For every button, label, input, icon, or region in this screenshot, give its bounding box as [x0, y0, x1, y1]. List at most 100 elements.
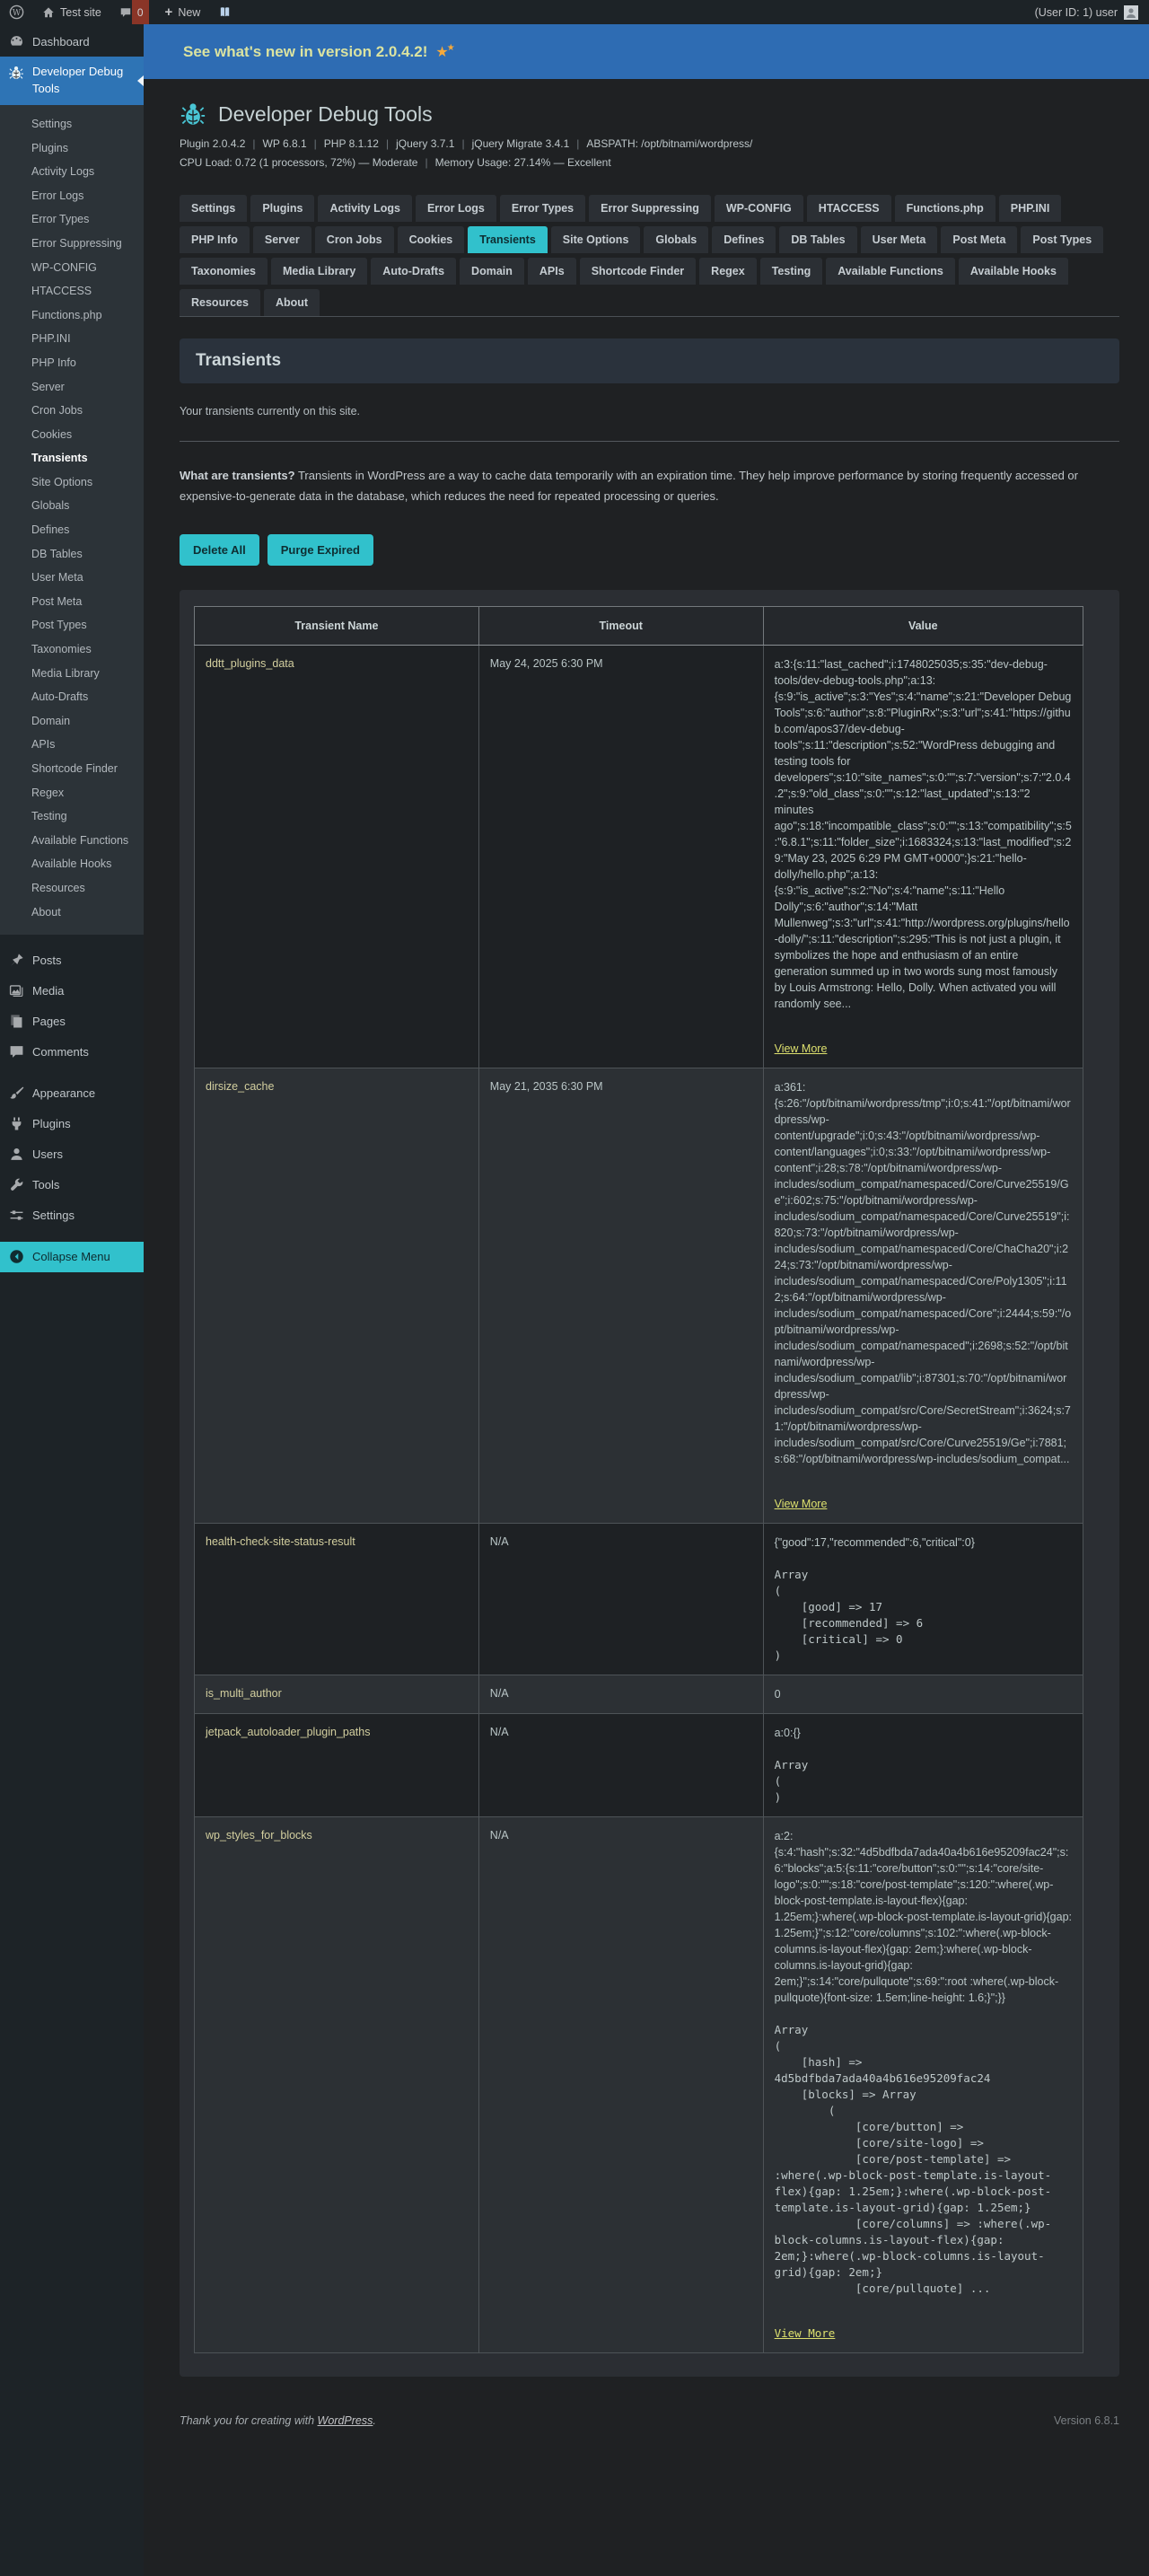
my-account-menu[interactable]: (User ID: 1) user [1035, 5, 1149, 20]
sidebar-item-media-library[interactable]: Media Library [0, 661, 144, 685]
sidebar-item-about[interactable]: About [0, 900, 144, 924]
sidebar-item-defines[interactable]: Defines [0, 518, 144, 542]
sidebar-item-htaccess[interactable]: HTACCESS [0, 279, 144, 303]
sidebar-item-site-options[interactable]: Site Options [0, 470, 144, 495]
tab-htaccess[interactable]: HTACCESS [807, 195, 891, 222]
sidebar-item-post-types[interactable]: Post Types [0, 613, 144, 637]
tab-globals[interactable]: Globals [644, 226, 708, 253]
sidebar-item-functions-php[interactable]: Functions.php [0, 303, 144, 327]
sidebar-item-testing[interactable]: Testing [0, 804, 144, 829]
sidebar-item-developer-debug-tools[interactable]: Developer Debug Tools [0, 57, 144, 105]
tab-post-types[interactable]: Post Types [1021, 226, 1103, 253]
sidebar-item-settings[interactable]: Settings [0, 1200, 144, 1231]
transients-table-panel: Transient NameTimeoutValue ddtt_plugins_… [180, 590, 1119, 2377]
view-more-link[interactable]: View More [775, 1041, 828, 1057]
sidebar-item-activity-logs[interactable]: Activity Logs [0, 160, 144, 184]
sidebar-item-transients[interactable]: Transients [0, 446, 144, 470]
view-more-link[interactable]: View More [775, 1496, 828, 1512]
sidebar-item-media[interactable]: Media [0, 976, 144, 1007]
sidebar-item-server[interactable]: Server [0, 374, 144, 399]
sidebar-item-posts[interactable]: Posts [0, 945, 144, 976]
delete-all-button[interactable]: Delete All [180, 534, 259, 566]
collapse-menu-button[interactable]: Collapse Menu [0, 1242, 144, 1272]
tab-error-types[interactable]: Error Types [500, 195, 585, 222]
comment-count-badge[interactable]: 0 [132, 0, 149, 24]
tab-cron-jobs[interactable]: Cron Jobs [315, 226, 394, 253]
sidebar-item-regex[interactable]: Regex [0, 780, 144, 804]
sidebar-item-post-meta[interactable]: Post Meta [0, 590, 144, 614]
value-text: {"good":17,"recommended":6,"critical":0} [775, 1534, 1072, 1551]
tab-taxonomies[interactable]: Taxonomies [180, 258, 268, 285]
sidebar-item-resources[interactable]: Resources [0, 876, 144, 901]
sidebar-item-db-tables[interactable]: DB Tables [0, 541, 144, 566]
tab-defines[interactable]: Defines [712, 226, 776, 253]
sidebar-item-tools[interactable]: Tools [0, 1170, 144, 1200]
sidebar-item-user-meta[interactable]: User Meta [0, 566, 144, 590]
sidebar-item-available-functions[interactable]: Available Functions [0, 829, 144, 853]
tab-apis[interactable]: APIs [528, 258, 576, 285]
sidebar-item-cron-jobs[interactable]: Cron Jobs [0, 399, 144, 423]
sidebar-item-settings[interactable]: Settings [0, 112, 144, 136]
tab-activity-logs[interactable]: Activity Logs [318, 195, 412, 222]
sidebar-item-apis[interactable]: APIs [0, 733, 144, 757]
sidebar-item-error-logs[interactable]: Error Logs [0, 183, 144, 207]
tab-about[interactable]: About [264, 289, 320, 316]
sidebar-item-pages[interactable]: Pages [0, 1007, 144, 1037]
tab-plugins[interactable]: Plugins [250, 195, 314, 222]
sidebar-item-error-types[interactable]: Error Types [0, 207, 144, 232]
tab-user-meta[interactable]: User Meta [861, 226, 938, 253]
sidebar-item-plugins[interactable]: Plugins [0, 136, 144, 160]
sidebar-item-php-ini[interactable]: PHP.INI [0, 327, 144, 351]
sidebar-item-dashboard[interactable]: Dashboard [0, 24, 144, 57]
site-name-link[interactable]: Test site [33, 0, 110, 24]
sidebar-item-domain[interactable]: Domain [0, 709, 144, 734]
docs-shortcut[interactable] [209, 0, 241, 24]
array-dump: Array ( [hash] => 4d5bdfbda7ada40a4b616e… [775, 2022, 1072, 2297]
tab-php-ini[interactable]: PHP.INI [999, 195, 1062, 222]
action-buttons: Delete All Purge Expired [180, 534, 1119, 566]
tab-server[interactable]: Server [253, 226, 311, 253]
tab-db-tables[interactable]: DB Tables [779, 226, 856, 253]
tab-php-info[interactable]: PHP Info [180, 226, 250, 253]
sidebar-item-comments[interactable]: Comments [0, 1037, 144, 1068]
sidebar-item-taxonomies[interactable]: Taxonomies [0, 637, 144, 662]
tab-domain[interactable]: Domain [460, 258, 524, 285]
new-label: New [178, 6, 200, 19]
tab-functions-php[interactable]: Functions.php [895, 195, 996, 222]
sidebar-item-cookies[interactable]: Cookies [0, 422, 144, 446]
view-more-link[interactable]: View More [775, 2325, 836, 2342]
tab-auto-drafts[interactable]: Auto-Drafts [371, 258, 456, 285]
new-content-button[interactable]: + New [156, 0, 210, 24]
main-menu: PostsMediaPagesComments AppearancePlugins… [0, 945, 144, 1231]
sidebar-item-error-suppressing[interactable]: Error Suppressing [0, 232, 144, 256]
purge-expired-button[interactable]: Purge Expired [268, 534, 373, 566]
tab-testing[interactable]: Testing [760, 258, 823, 285]
whats-new-banner[interactable]: See what's new in version 2.0.4.2! ★★ [144, 24, 1149, 79]
sidebar-item-available-hooks[interactable]: Available Hooks [0, 852, 144, 876]
comments-shortcut[interactable] [110, 0, 132, 24]
sidebar-item-shortcode-finder[interactable]: Shortcode Finder [0, 757, 144, 781]
sidebar-item-users[interactable]: Users [0, 1139, 144, 1170]
tab-regex[interactable]: Regex [699, 258, 757, 285]
sidebar-item-wp-config[interactable]: WP-CONFIG [0, 255, 144, 279]
tab-resources[interactable]: Resources [180, 289, 260, 316]
tab-cookies[interactable]: Cookies [398, 226, 465, 253]
tab-available-functions[interactable]: Available Functions [826, 258, 955, 285]
wordpress-menu-button[interactable]: W [0, 0, 33, 24]
sidebar-item-appearance[interactable]: Appearance [0, 1078, 144, 1109]
tab-site-options[interactable]: Site Options [551, 226, 641, 253]
sidebar-item-php-info[interactable]: PHP Info [0, 351, 144, 375]
sidebar-item-globals[interactable]: Globals [0, 494, 144, 518]
tab-media-library[interactable]: Media Library [271, 258, 367, 285]
tab-post-meta[interactable]: Post Meta [941, 226, 1017, 253]
wordpress-link[interactable]: WordPress [318, 2414, 373, 2427]
tab-wp-config[interactable]: WP-CONFIG [715, 195, 803, 222]
tab-settings[interactable]: Settings [180, 195, 247, 222]
tab-transients[interactable]: Transients [468, 226, 548, 253]
tab-error-logs[interactable]: Error Logs [416, 195, 496, 222]
tab-available-hooks[interactable]: Available Hooks [959, 258, 1068, 285]
tab-shortcode-finder[interactable]: Shortcode Finder [580, 258, 696, 285]
tab-error-suppressing[interactable]: Error Suppressing [589, 195, 711, 222]
sidebar-item-plugins[interactable]: Plugins [0, 1109, 144, 1139]
sidebar-item-auto-drafts[interactable]: Auto-Drafts [0, 685, 144, 709]
